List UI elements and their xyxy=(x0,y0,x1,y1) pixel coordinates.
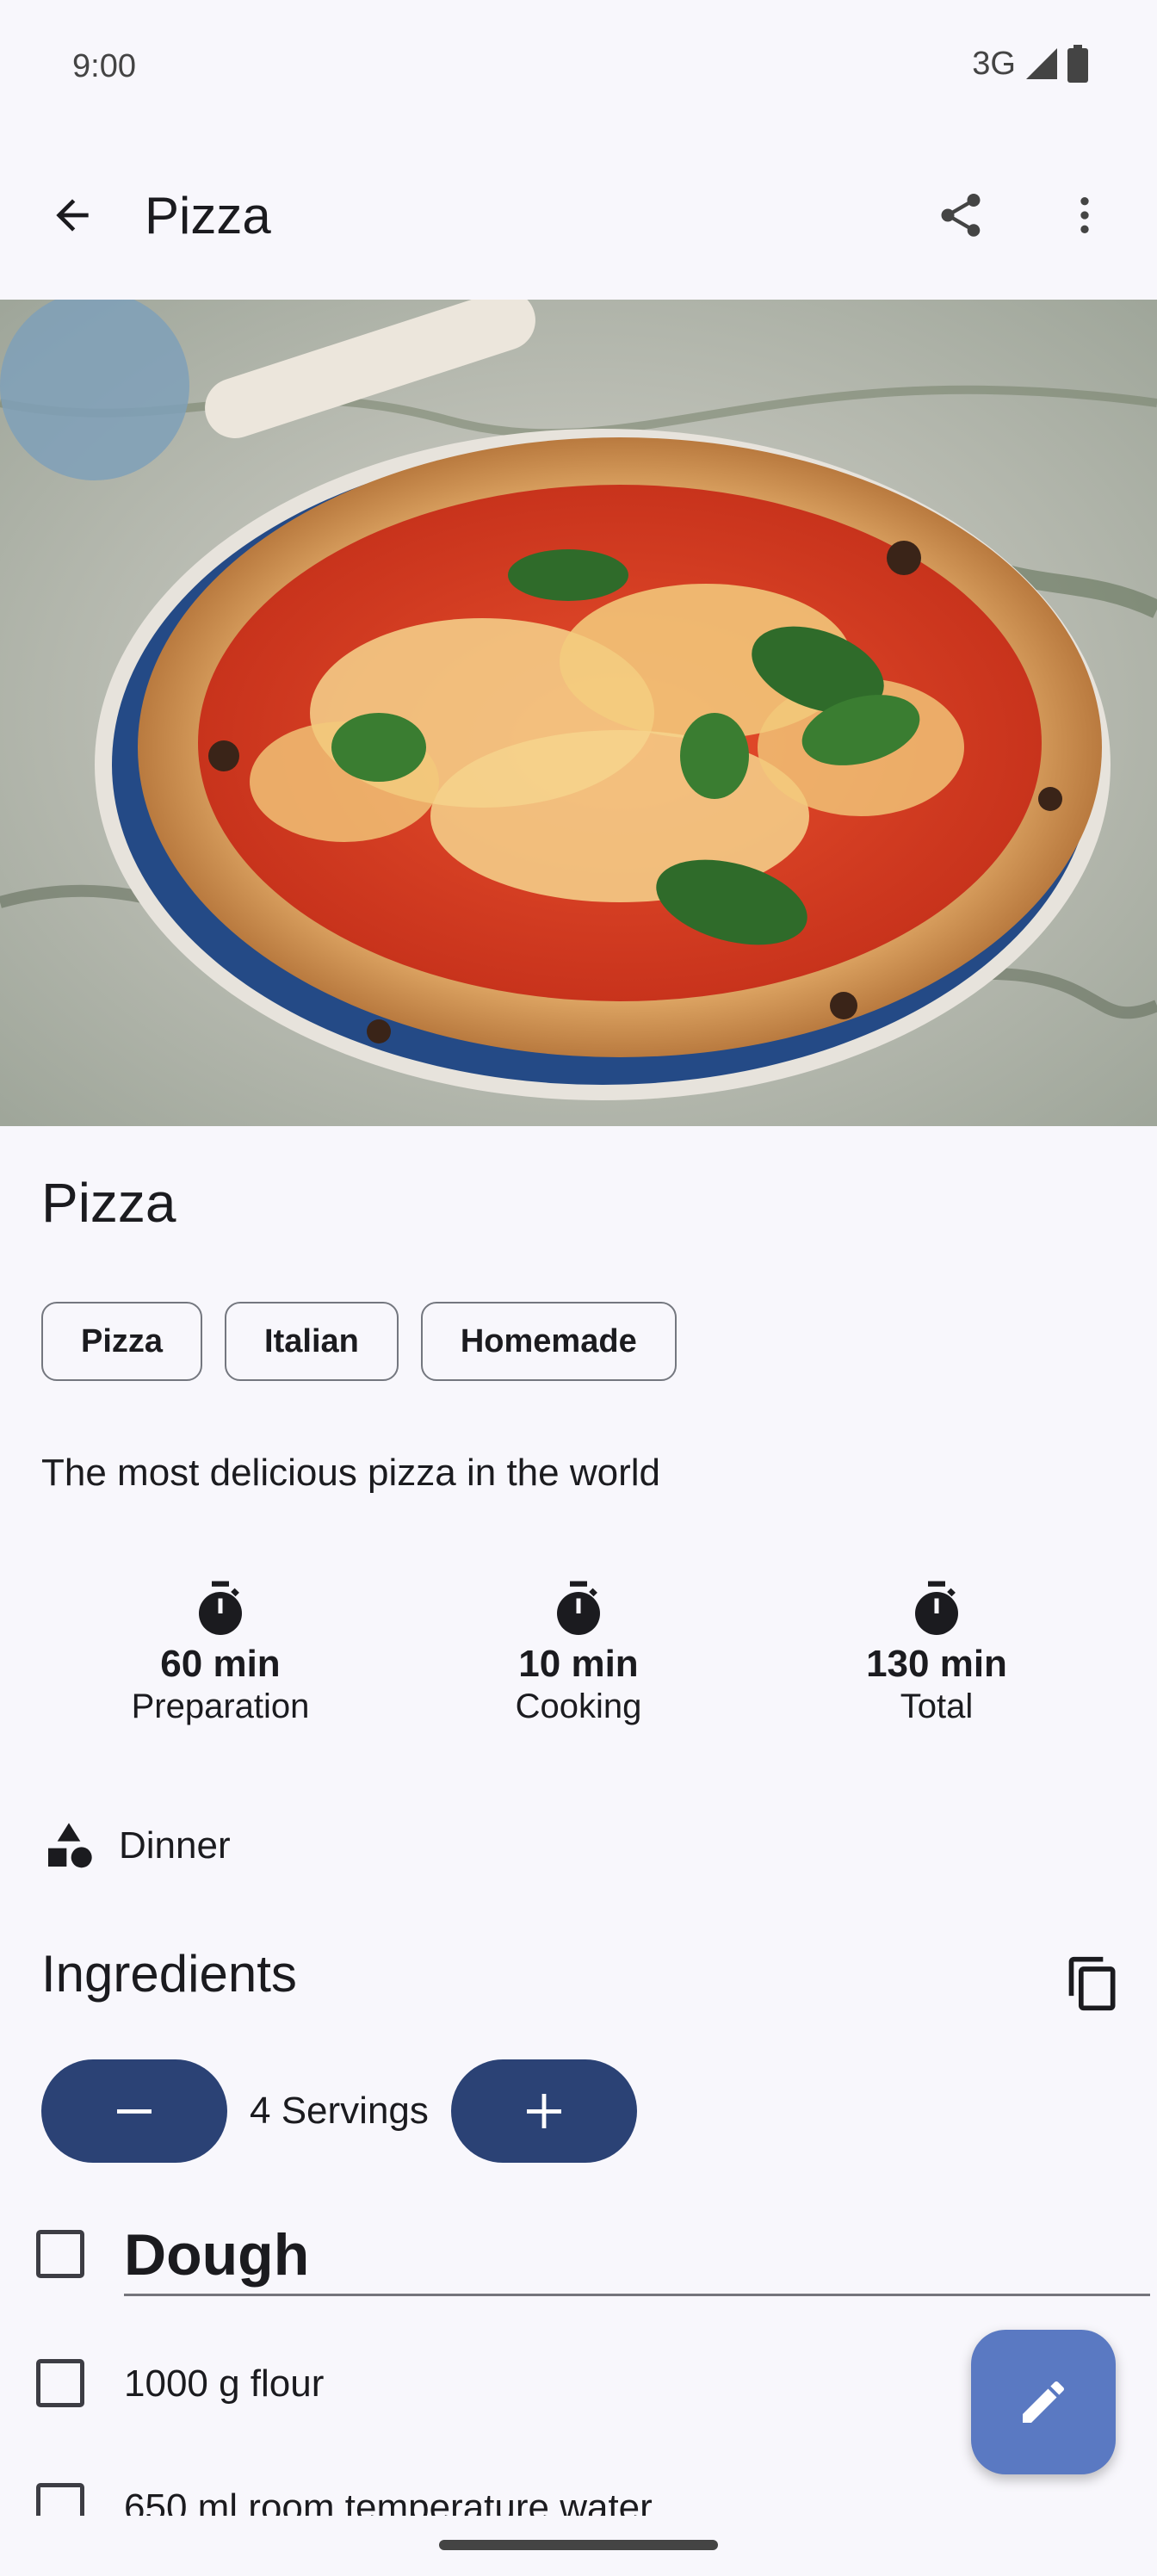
ingredient-checkbox[interactable] xyxy=(36,2359,84,2407)
status-time: 9:00 xyxy=(72,48,136,84)
category-shapes-icon xyxy=(48,1823,92,1868)
home-indicator[interactable] xyxy=(439,2540,718,2550)
edit-fab[interactable] xyxy=(971,2330,1116,2474)
copy-ingredients-button[interactable] xyxy=(1057,1947,1129,2020)
back-button[interactable] xyxy=(38,181,107,250)
recipe-title: Pizza xyxy=(41,1172,176,1234)
ingredient-group-dough: Dough xyxy=(34,2222,1150,2296)
more-vert-icon xyxy=(1080,197,1089,233)
top-app-bar: Pizza xyxy=(0,153,1157,282)
recipe-image xyxy=(0,300,1157,1126)
group-checkbox[interactable] xyxy=(36,2230,84,2278)
time-label: Cooking xyxy=(515,1687,642,1725)
ingredients-title: Ingredients xyxy=(41,1945,297,2003)
ingredient-group-title: Dough xyxy=(124,2222,310,2288)
timer-icon xyxy=(199,1581,242,1635)
battery-icon xyxy=(1067,45,1088,83)
time-value: 130 min xyxy=(866,1643,1007,1685)
more-options-button[interactable] xyxy=(1050,181,1119,250)
tag-chip-pizza[interactable]: Pizza xyxy=(41,1302,203,1381)
time-label: Total xyxy=(900,1687,974,1725)
back-arrow-icon xyxy=(56,199,89,232)
tag-chips: Pizza Italian Homemade xyxy=(41,1302,677,1381)
timer-icon xyxy=(915,1581,958,1635)
network-type: 3G xyxy=(972,45,1016,82)
category-label: Dinner xyxy=(119,1824,231,1867)
recipe-description: The most delicious pizza in the world xyxy=(41,1452,660,1494)
signal-icon xyxy=(1026,48,1057,79)
group-divider xyxy=(124,2294,1150,2296)
tag-chip-italian[interactable]: Italian xyxy=(225,1302,399,1381)
edit-pencil-icon xyxy=(1023,2381,1065,2423)
tag-chip-homemade[interactable]: Homemade xyxy=(420,1302,677,1381)
cooking-time: 10 min Cooking xyxy=(449,1581,708,1726)
ingredient-text: 1000 g flour xyxy=(124,2362,325,2405)
list-item: 1000 g flour xyxy=(34,2356,981,2424)
share-button[interactable] xyxy=(926,181,995,250)
servings-label: 4 Servings xyxy=(250,2090,429,2132)
preparation-time: 60 min Preparation xyxy=(91,1581,350,1726)
copy-icon xyxy=(1068,1956,1116,2011)
total-time: 130 min Total xyxy=(807,1581,1066,1726)
app-bar-title: Pizza xyxy=(145,187,271,245)
decrease-servings-button[interactable] xyxy=(41,2059,227,2163)
timer-icon xyxy=(557,1581,600,1635)
share-icon xyxy=(941,194,981,237)
minus-icon xyxy=(117,2109,152,2114)
time-value: 10 min xyxy=(518,1643,639,1685)
increase-servings-button[interactable] xyxy=(450,2059,637,2163)
status-icons: 3G xyxy=(972,45,1088,83)
servings-stepper: 4 Servings xyxy=(41,2059,637,2163)
time-value: 60 min xyxy=(160,1643,281,1685)
plus-icon xyxy=(526,2094,561,2128)
time-label: Preparation xyxy=(131,1687,310,1725)
recipe-category: Dinner xyxy=(41,1818,231,1873)
status-bar: 9:00 3G xyxy=(0,0,1157,138)
recipe-times: 60 min Preparation 10 min Cooking 130 mi… xyxy=(0,1581,1157,1753)
